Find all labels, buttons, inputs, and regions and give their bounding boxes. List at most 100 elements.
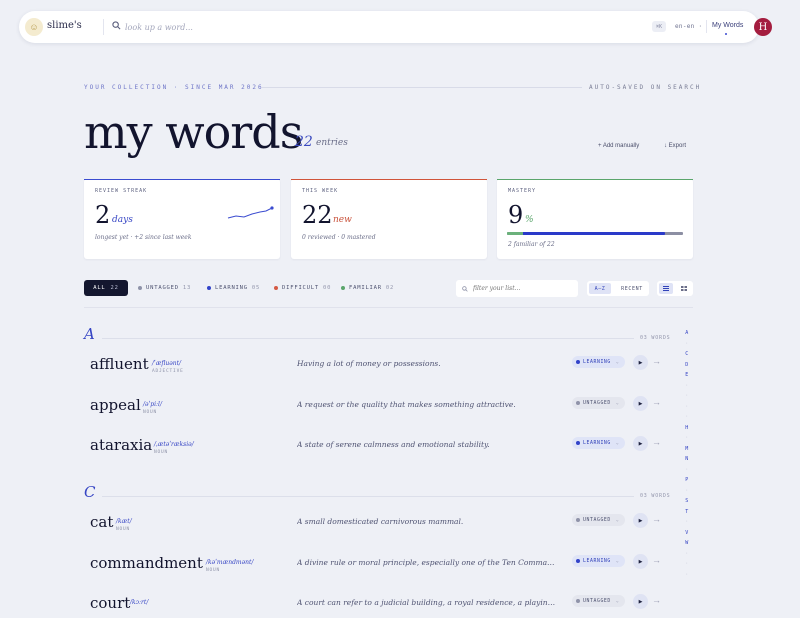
add-manually-button[interactable]: + Add manually xyxy=(598,143,639,149)
tag-dropdown[interactable]: LEARNING ⌄ xyxy=(572,555,626,567)
alphabet-jump-c[interactable]: C xyxy=(684,351,690,357)
tag-dropdown[interactable]: UNTAGGED ⌄ xyxy=(572,595,626,607)
word-row[interactable]: ataraxia /ˌætəˈræksiə/ NOUN A state of s… xyxy=(84,436,664,476)
arrow-right-icon[interactable]: → xyxy=(652,595,661,605)
tag-dropdown[interactable]: LEARNING ⌄ xyxy=(572,356,626,368)
tag-dropdown[interactable]: UNTAGGED ⌄ xyxy=(572,514,626,526)
tag-label: UNTAGGED xyxy=(583,400,611,406)
play-audio-button[interactable]: ▶ xyxy=(633,396,648,411)
avatar[interactable]: H xyxy=(754,18,772,36)
my-words-link[interactable]: My Words xyxy=(712,22,743,29)
dot-icon xyxy=(138,286,142,290)
alphabet-jump-d[interactable]: D xyxy=(684,362,690,368)
arrow-right-icon[interactable]: → xyxy=(652,514,661,524)
filter-input[interactable] xyxy=(473,285,573,292)
filter-difficult-button[interactable]: DIFFICULT 00 xyxy=(274,285,331,291)
play-icon: ▶ xyxy=(638,517,643,524)
alphabet-jump-s[interactable]: S xyxy=(684,498,690,504)
export-button[interactable]: ↓ Export xyxy=(664,143,686,149)
word-title[interactable]: ataraxia xyxy=(90,436,152,454)
chevron-down-icon: ⌄ xyxy=(615,598,620,604)
top-navigation-bar: ☺ slime's ⌘K en-en · My Words H xyxy=(19,11,772,43)
search-input[interactable] xyxy=(125,18,425,36)
alphabet-jump-t[interactable]: T xyxy=(684,509,690,515)
alphabet-placeholder: · xyxy=(685,550,689,557)
list-view-button[interactable] xyxy=(659,283,673,294)
this-week-card: THIS WEEK 22 new 0 reviewed · 0 mastered xyxy=(291,179,487,259)
entry-count-label: entries xyxy=(316,138,348,148)
collection-eyebrow: YOUR COLLECTION · SINCE MAR 2026 xyxy=(84,84,264,91)
alphabet-placeholder: · xyxy=(685,382,689,389)
filter-familiar-button[interactable]: FAMILIAR 02 xyxy=(341,285,394,291)
alphabet-jump-v[interactable]: V xyxy=(684,530,690,536)
section-letter: C xyxy=(84,483,96,501)
card-value: 9 xyxy=(508,201,524,229)
alphabet-placeholder: · xyxy=(685,519,689,525)
word-title[interactable]: cat xyxy=(90,513,113,531)
filter-label: DIFFICULT xyxy=(282,285,320,291)
play-audio-button[interactable]: ▶ xyxy=(633,436,648,451)
dot-icon xyxy=(576,360,580,364)
view-toggle xyxy=(657,281,693,296)
sort-recent-button[interactable]: RECENT xyxy=(617,283,647,294)
word-part-of-speech: ADJECTIVE xyxy=(152,369,184,374)
tag-label: LEARNING xyxy=(583,558,611,564)
word-title[interactable]: appeal xyxy=(90,396,141,414)
card-label: REVIEW STREAK xyxy=(95,188,148,194)
word-title[interactable]: affluent xyxy=(90,355,149,373)
play-icon: ▶ xyxy=(638,598,643,605)
filter-learning-button[interactable]: LEARNING 05 xyxy=(207,285,260,291)
word-title[interactable]: court xyxy=(90,594,130,612)
word-row[interactable]: commandment /kəˈmændmənt/ NOUN A divine … xyxy=(84,554,664,594)
alphabet-jump-w[interactable]: W xyxy=(684,540,690,546)
language-selector[interactable]: en-en · xyxy=(675,23,702,30)
arrow-right-icon[interactable]: → xyxy=(652,555,661,565)
alphabet-jump-n[interactable]: N xyxy=(684,456,690,462)
filter-untagged-button[interactable]: UNTAGGED 13 xyxy=(138,285,191,291)
chevron-down-icon: ⌄ xyxy=(615,400,620,406)
word-part-of-speech: NOUN xyxy=(143,410,158,415)
arrow-right-icon[interactable]: → xyxy=(652,437,661,447)
filter-label: ALL xyxy=(93,285,106,291)
play-audio-button[interactable]: ▶ xyxy=(633,513,648,528)
alphabet-jump-p[interactable]: P xyxy=(684,477,690,483)
play-audio-button[interactable]: ▶ xyxy=(633,554,648,569)
word-part-of-speech: NOUN xyxy=(154,450,169,455)
alphabet-jump-h[interactable]: H xyxy=(684,425,690,431)
active-indicator xyxy=(725,33,727,35)
alphabet-jump-m[interactable]: M xyxy=(684,446,690,452)
word-row[interactable]: cat /kæt/ NOUN A small domesticated carn… xyxy=(84,513,664,553)
chevron-down-icon: ⌄ xyxy=(615,440,620,446)
card-unit: % xyxy=(525,215,534,225)
card-subtext: 0 reviewed · 0 mastered xyxy=(302,234,376,241)
sort-az-button[interactable]: A–Z xyxy=(589,283,611,294)
word-definition: A request or the quality that makes some… xyxy=(297,400,516,409)
play-audio-button[interactable]: ▶ xyxy=(633,355,648,370)
word-row[interactable]: affluent /ˈæfluənt/ ADJECTIVE Having a l… xyxy=(84,355,664,395)
tag-label: LEARNING xyxy=(583,440,611,446)
list-icon xyxy=(663,286,669,291)
word-title[interactable]: commandment xyxy=(90,554,203,572)
mastery-progress-bar xyxy=(507,232,683,235)
play-audio-button[interactable]: ▶ xyxy=(633,594,648,609)
tag-dropdown[interactable]: LEARNING ⌄ xyxy=(572,437,626,449)
divider xyxy=(262,87,582,88)
word-pronunciation: /ˌætəˈræksiə/ xyxy=(154,441,194,448)
card-value: 2 xyxy=(95,201,111,229)
card-label: MASTERY xyxy=(508,188,537,194)
tag-dropdown[interactable]: UNTAGGED ⌄ xyxy=(572,397,626,409)
arrow-right-icon[interactable]: → xyxy=(652,397,661,407)
alphabet-jump-e[interactable]: E xyxy=(684,372,690,378)
logo-icon[interactable]: ☺ xyxy=(25,18,43,36)
filter-count: 02 xyxy=(385,285,395,291)
play-icon: ▶ xyxy=(638,400,643,407)
grid-view-button[interactable] xyxy=(677,283,691,294)
dot-icon xyxy=(341,286,345,290)
arrow-right-icon[interactable]: → xyxy=(652,356,661,366)
alphabet-jump-a[interactable]: A xyxy=(684,330,690,336)
filter-all-button[interactable]: ALL 22 xyxy=(84,280,128,296)
search-icon xyxy=(462,285,468,292)
word-row[interactable]: appeal /əˈpiːl/ NOUN A request or the qu… xyxy=(84,396,664,436)
word-row[interactable]: court /kɔːrt/ A court can refer to a jud… xyxy=(84,594,664,618)
brand-name[interactable]: slime's xyxy=(47,20,82,31)
